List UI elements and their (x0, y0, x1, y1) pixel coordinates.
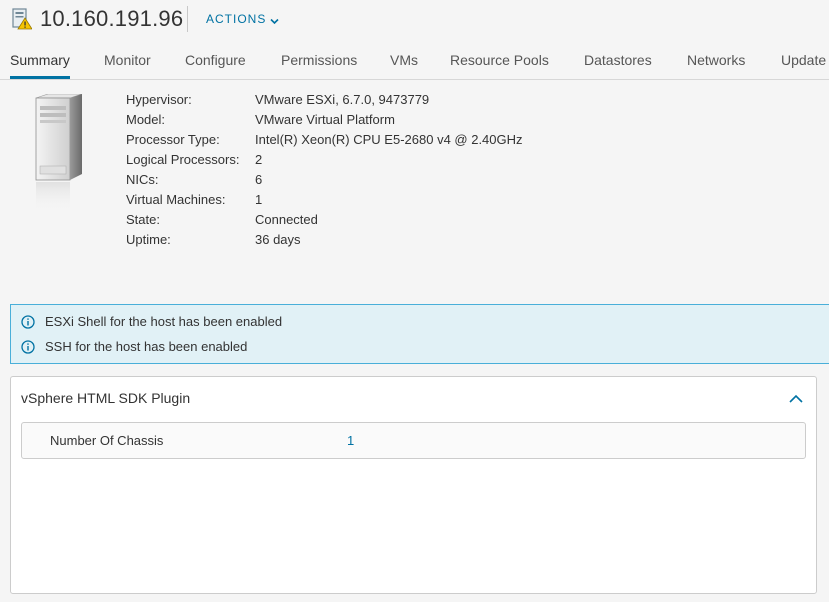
info-icon (21, 340, 35, 354)
actions-menu-button[interactable]: ACTIONS (206, 12, 279, 26)
property-label: Processor Type: (126, 132, 220, 147)
tab-bar: Summary Monitor Configure Permissions VM… (0, 42, 829, 80)
property-value: VMware ESXi, 6.7.0, 9473779 (255, 92, 430, 107)
info-icon (21, 315, 35, 329)
property-row: NICs: 6 (126, 170, 523, 190)
property-value: 1 (255, 192, 263, 207)
property-row: State: Connected (126, 210, 523, 230)
chevron-down-icon (270, 15, 279, 24)
plugin-table: Number Of Chassis 1 (21, 422, 806, 459)
property-label: State: (126, 212, 160, 227)
row-value-link[interactable]: 1 (347, 433, 354, 448)
property-row: Model: VMware Virtual Platform (126, 110, 523, 130)
property-row: Virtual Machines: 1 (126, 190, 523, 210)
tab-datastores[interactable]: Datastores (584, 42, 652, 78)
tab-vms[interactable]: VMs (390, 42, 418, 78)
property-label: NICs: (126, 172, 159, 187)
tab-permissions[interactable]: Permissions (281, 42, 357, 78)
alert-item: ESXi Shell for the host has been enabled (21, 312, 282, 332)
property-label: Virtual Machines: (126, 192, 226, 207)
host-properties: Hypervisor: VMware ESXi, 6.7.0, 9473779 M… (126, 90, 523, 250)
host-warning-icon (12, 8, 33, 30)
tab-configure[interactable]: Configure (185, 42, 246, 78)
object-header: 10.160.191.96 ACTIONS (0, 0, 829, 40)
tab-update[interactable]: Update (781, 42, 826, 78)
property-label: Uptime: (126, 232, 171, 247)
property-value: 6 (255, 172, 263, 187)
property-row: Uptime: 36 days (126, 230, 523, 250)
property-row: Logical Processors: 2 (126, 150, 523, 170)
row-label: Number Of Chassis (50, 433, 164, 448)
tab-resource-pools[interactable]: Resource Pools (450, 42, 549, 78)
alert-text: SSH for the host has been enabled (45, 339, 248, 354)
page-title: 10.160.191.96 (40, 6, 184, 31)
property-value: 36 days (255, 232, 301, 247)
property-value: VMware Virtual Platform (255, 112, 395, 127)
property-label: Logical Processors: (126, 152, 240, 167)
actions-label: ACTIONS (206, 12, 267, 26)
tab-monitor[interactable]: Monitor (104, 42, 151, 78)
property-value: Connected (255, 212, 318, 227)
host-summary: Hypervisor: VMware ESXi, 6.7.0, 9473779 M… (0, 80, 829, 300)
plugin-card: vSphere HTML SDK Plugin Number Of Chassi… (10, 376, 817, 594)
info-alert-banner: ESXi Shell for the host has been enabled… (10, 304, 829, 364)
chevron-up-icon[interactable] (788, 392, 804, 406)
property-label: Hypervisor: (126, 92, 192, 107)
property-value: 2 (255, 152, 263, 167)
server-icon (30, 93, 90, 212)
header-divider (187, 6, 188, 32)
property-value: Intel(R) Xeon(R) CPU E5-2680 v4 @ 2.40GH… (255, 132, 523, 147)
tab-summary[interactable]: Summary (10, 42, 70, 79)
property-row: Hypervisor: VMware ESXi, 6.7.0, 9473779 (126, 90, 523, 110)
property-row: Processor Type: Intel(R) Xeon(R) CPU E5-2… (126, 130, 523, 150)
alert-item: SSH for the host has been enabled (21, 337, 247, 357)
alert-text: ESXi Shell for the host has been enabled (45, 314, 283, 329)
tab-networks[interactable]: Networks (687, 42, 745, 78)
property-label: Model: (126, 112, 166, 127)
card-title: vSphere HTML SDK Plugin (21, 390, 191, 406)
